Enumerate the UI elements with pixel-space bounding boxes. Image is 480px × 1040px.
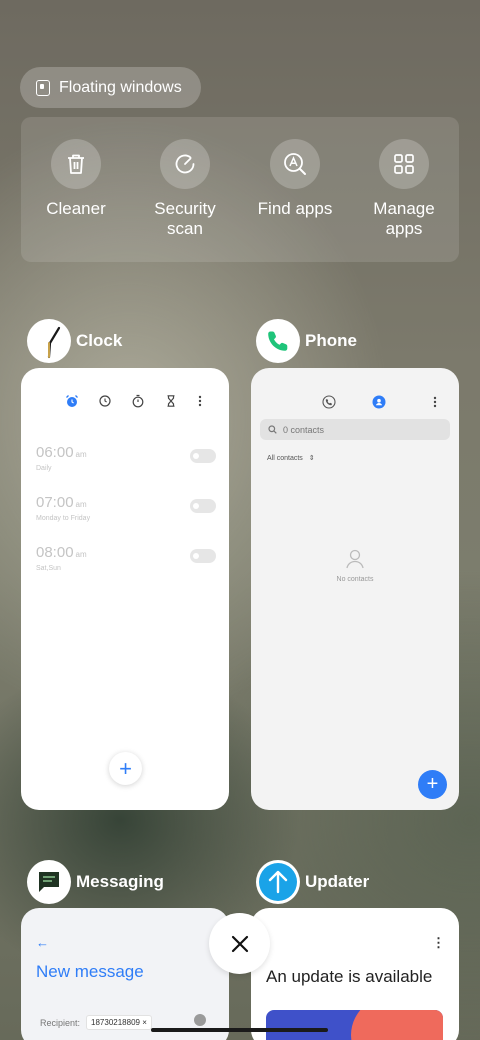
manage-apps-label: Manage apps xyxy=(373,199,435,238)
alarm-toggle[interactable] xyxy=(190,499,216,513)
alarm-item[interactable]: 07:00 am Monday to Friday xyxy=(36,494,216,524)
updater-app-name: Updater xyxy=(305,872,370,891)
find-apps-label: Find apps xyxy=(257,199,333,218)
phone-tabs xyxy=(322,395,438,409)
alarm-toggle[interactable] xyxy=(190,449,216,463)
floating-windows-button[interactable]: Floating windows xyxy=(20,67,201,108)
back-arrow-icon[interactable]: ← xyxy=(36,935,49,950)
clock-app-header[interactable]: Clock xyxy=(27,319,122,363)
updater-app-card[interactable]: ⋮ An update is available xyxy=(251,908,459,1040)
alarm-repeat: Sat,Sun xyxy=(36,565,61,572)
security-scan-icon xyxy=(160,139,210,189)
phone-app-icon xyxy=(256,319,300,363)
contacts-filter-label: All contacts xyxy=(267,455,303,462)
floating-windows-label: Floating windows xyxy=(59,78,182,96)
cleaner-button[interactable]: Cleaner xyxy=(26,139,126,219)
alarm-time: 06:00 am xyxy=(36,444,87,461)
quick-actions-panel: Cleaner Security scan Find apps Manage a… xyxy=(21,117,459,262)
clock-app-name: Clock xyxy=(76,331,123,350)
clock-app-icon xyxy=(27,319,71,363)
plus-icon: + xyxy=(119,755,132,781)
updater-app-icon xyxy=(256,860,300,904)
timer-icon[interactable] xyxy=(164,394,178,408)
find-apps-icon xyxy=(270,139,320,189)
find-apps-button[interactable]: Find apps xyxy=(245,139,345,219)
recipient-label: Recipient: xyxy=(40,1017,81,1028)
close-icon xyxy=(231,935,248,952)
new-message-title: New message xyxy=(36,962,144,981)
updater-app-header[interactable]: Updater xyxy=(256,860,369,904)
more-icon[interactable]: ⋮ xyxy=(432,935,445,951)
messaging-app-card[interactable]: ← New message Recipient: 18730218809 × xyxy=(21,908,229,1040)
messaging-app-icon xyxy=(27,860,71,904)
call-log-icon[interactable] xyxy=(322,395,336,409)
recipient-field[interactable]: Recipient: 18730218809 × xyxy=(40,1015,152,1030)
alarm-time: 07:00 am xyxy=(36,494,87,511)
home-indicator[interactable] xyxy=(151,1028,328,1032)
empty-contacts-state: No contacts xyxy=(251,548,459,583)
security-scan-button[interactable]: Security scan xyxy=(135,139,235,239)
contacts-count: 0 contacts xyxy=(283,424,325,435)
clock-icon[interactable] xyxy=(98,394,112,408)
security-scan-label: Security scan xyxy=(154,199,216,238)
trash-icon xyxy=(51,139,101,189)
no-contacts-text: No contacts xyxy=(336,576,374,583)
alarm-item[interactable]: 08:00 am Sat,Sun xyxy=(36,544,216,574)
more-icon[interactable] xyxy=(432,395,438,409)
sort-arrows-icon: ⇕ xyxy=(308,455,315,462)
floating-window-icon xyxy=(36,79,50,96)
phone-app-header[interactable]: Phone xyxy=(256,319,357,363)
recipient-chip[interactable]: 18730218809 × xyxy=(86,1015,152,1030)
alarm-item[interactable]: 06:00 am Daily xyxy=(36,444,216,474)
contacts-search-input[interactable]: 0 contacts xyxy=(260,419,450,440)
messaging-app-header[interactable]: Messaging xyxy=(27,860,164,904)
stopwatch-icon[interactable] xyxy=(131,394,145,408)
grid-icon xyxy=(379,139,429,189)
add-alarm-button[interactable]: + xyxy=(109,752,142,785)
alarm-time: 08:00 am xyxy=(36,544,87,561)
phone-app-card[interactable]: 0 contacts All contacts ⇕ No contacts + xyxy=(251,368,459,810)
contacts-filter-dropdown[interactable]: All contacts ⇕ xyxy=(267,454,315,462)
update-available-title: An update is available xyxy=(266,967,433,986)
remove-chip-icon[interactable]: × xyxy=(142,1018,147,1027)
search-icon xyxy=(268,425,277,434)
contact-picker-icon[interactable] xyxy=(194,1014,206,1026)
update-banner-image xyxy=(266,1010,443,1040)
clock-app-card[interactable]: 06:00 am Daily 07:00 am Monday to Friday 0… xyxy=(21,368,229,810)
cleaner-label: Cleaner xyxy=(46,199,106,218)
clock-tabs xyxy=(65,394,203,408)
alarm-icon[interactable] xyxy=(65,394,79,408)
plus-icon: + xyxy=(426,773,439,795)
add-contact-button[interactable]: + xyxy=(418,770,447,799)
alarm-repeat: Monday to Friday xyxy=(36,515,91,522)
more-icon[interactable] xyxy=(197,394,203,408)
phone-app-name: Phone xyxy=(305,331,357,350)
person-icon xyxy=(346,549,364,569)
messaging-app-name: Messaging xyxy=(76,872,164,891)
manage-apps-button[interactable]: Manage apps xyxy=(354,139,454,239)
alarm-toggle[interactable] xyxy=(190,549,216,563)
contacts-icon[interactable] xyxy=(372,395,386,409)
alarm-repeat: Daily xyxy=(36,465,52,472)
close-all-button[interactable] xyxy=(209,913,270,974)
